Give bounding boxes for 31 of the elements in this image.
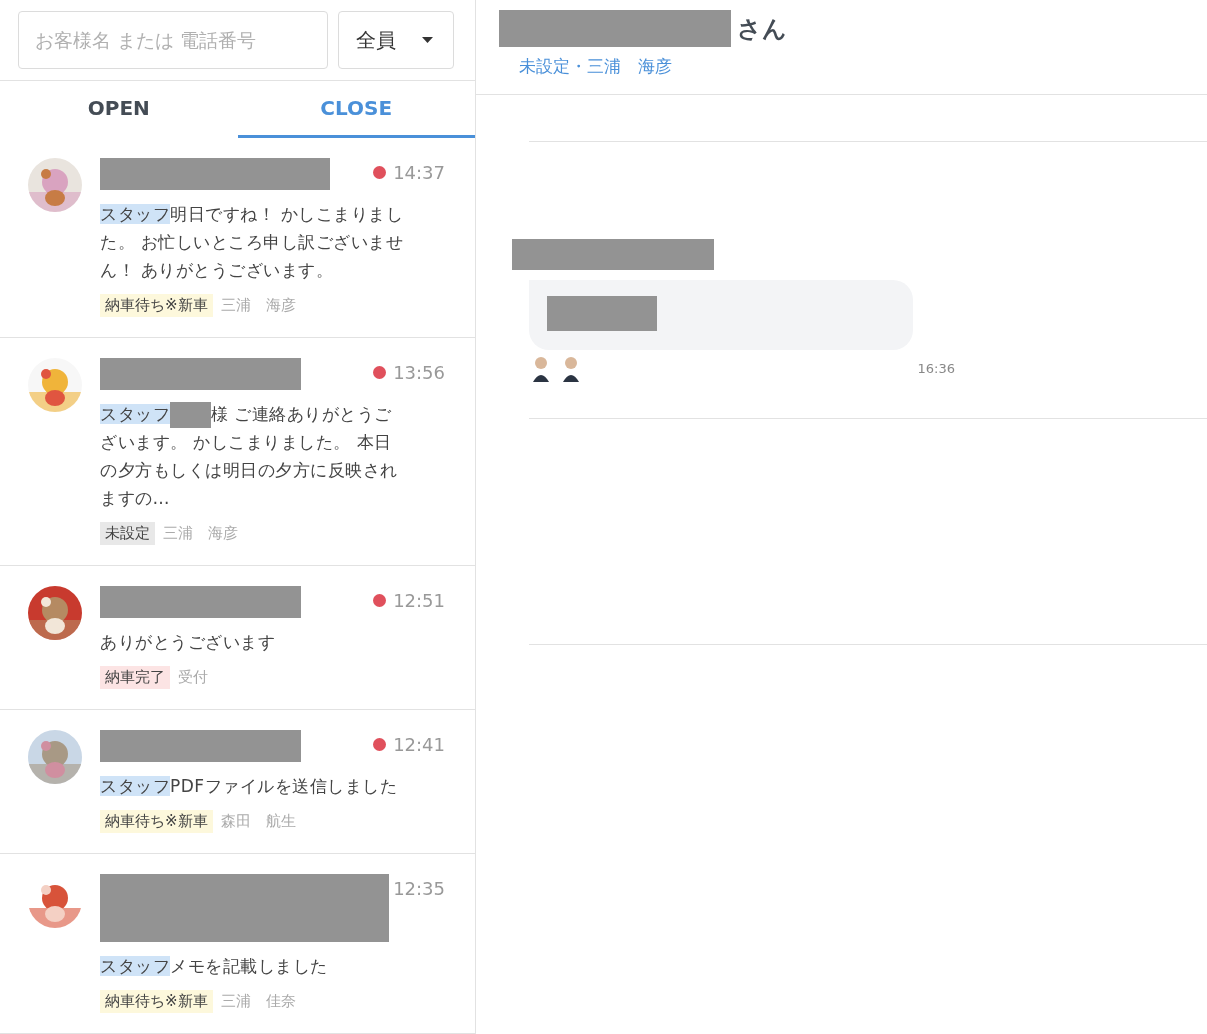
message-time: 12:41 xyxy=(393,734,445,755)
assignee-name: 三浦 佳奈 xyxy=(220,992,296,1011)
conversation-item[interactable]: 12:35 スタッフ メモを記載しました 納車待ち※新車 三浦 佳奈 xyxy=(0,854,475,1034)
filter-dropdown[interactable]: 全員 xyxy=(338,11,454,70)
message-preview: スタッフ明日ですね！ かしこまりました。 お忙しいところ申し訳ございません！ ありがとうございます。 xyxy=(100,203,405,282)
message-preview: スタッフ メモを記載しました xyxy=(100,955,329,978)
message-time: 13:56 xyxy=(393,362,445,383)
status-tag: 納車待ち※新車 xyxy=(100,294,213,317)
assignee-name: 森田 航生 xyxy=(220,812,296,831)
assignee-name: 三浦 海彦 xyxy=(220,296,296,315)
status-tag: 納車待ち※新車 xyxy=(100,990,213,1013)
assignee-name: 三浦 海彦 xyxy=(163,524,238,543)
chat-title: さん xyxy=(737,13,787,45)
message-preview: スタッフ 様 ご連絡ありがとうございます。 かしこまりました。 本日の夕方もしくは明日の夕方に反映されますの… xyxy=(100,401,399,510)
message-preview: スタッフPDFファイルを送信しました xyxy=(100,775,399,798)
message-preview: ありがとうございます xyxy=(100,631,276,654)
conversation-item[interactable]: 12:51 ありがとうございます 納車完了 受付 xyxy=(0,566,475,710)
status-tag: 未設定 xyxy=(100,522,155,545)
message-time: 16:36 xyxy=(917,360,955,376)
caret-icon xyxy=(422,37,433,44)
conversation-item[interactable]: 12:41 スタッフPDFファイルを送信しました 納車待ち※新車 森田 航生 xyxy=(0,710,475,854)
assignee-name: 受付 xyxy=(178,668,208,687)
conversation-item[interactable]: 14:37 スタッフ明日ですね！ かしこまりました。 お忙しいところ申し訳ございません！ ありがとうございます。 納車待ち※新車 三浦 海彦 xyxy=(0,138,475,338)
message-time: 14:37 xyxy=(393,162,445,183)
search-field[interactable]: お客様名 または 電話番号 xyxy=(18,11,328,70)
conversation-item[interactable]: 13:56 スタッフ 様 ご連絡ありがとうございます。 かしこまりました。 本日の夕方もしくは明日の夕方に反映されますの… 未設定 三浦 海彦 xyxy=(0,338,475,566)
chat-subtitle: 未設定・三浦 海彦 xyxy=(519,55,673,78)
message-time: 12:35 xyxy=(393,878,445,899)
status-tag: 納車待ち※新車 xyxy=(100,810,213,833)
message-time: 12:51 xyxy=(393,590,445,611)
status-tag: 納車完了 xyxy=(100,666,170,689)
